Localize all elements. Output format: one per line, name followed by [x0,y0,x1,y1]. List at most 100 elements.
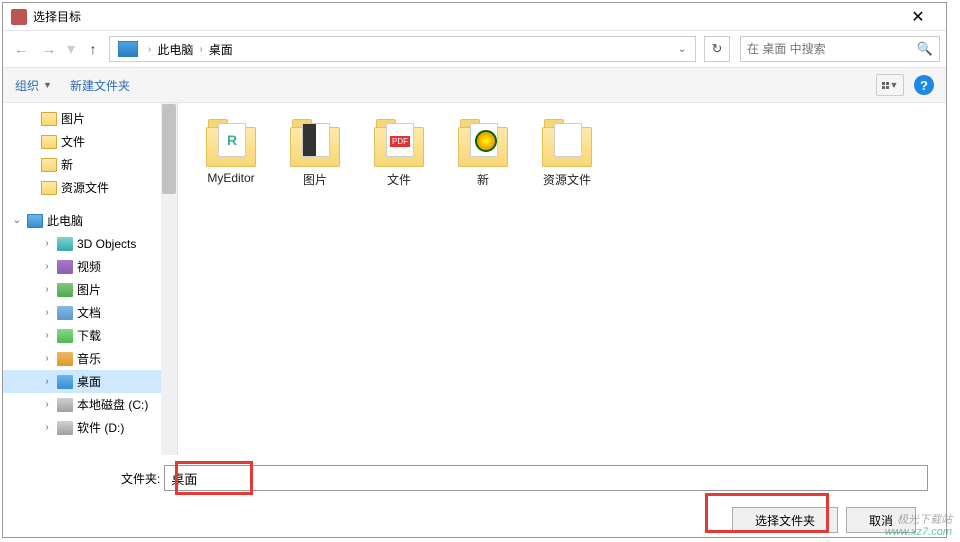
expander-icon[interactable]: › [41,353,53,364]
sidebar-item-label: 新 [61,156,73,173]
filename-label: 文件夹: [121,470,160,487]
dl-icon [57,329,73,343]
body-area: 图片文件新资源文件⌄此电脑›3D Objects›视频›图片›文档›下载›音乐›… [3,103,946,455]
folder-icon [41,181,57,195]
sidebar-item-label: 图片 [61,110,85,127]
video-icon [57,260,73,274]
search-box[interactable]: 🔍 [740,36,940,62]
sidebar-pc-item[interactable]: › 3D Objects [3,232,162,255]
music-icon [57,352,73,366]
folder-icon [540,119,594,167]
filename-input[interactable] [164,465,928,491]
sidebar-item-label: 音乐 [77,350,101,367]
folder-item[interactable]: 新 [448,115,518,192]
breadcrumb-current[interactable]: 桌面 [209,41,233,58]
sidebar-pc-item[interactable]: ›下载 [3,324,162,347]
breadcrumb-root[interactable]: 此电脑 [157,41,193,58]
caret-down-icon: ▼ [890,80,899,90]
expander-icon[interactable]: › [41,399,53,410]
expander-icon[interactable]: › [41,422,53,433]
folder-label: 资源文件 [543,171,591,188]
button-row: 选择文件夹 取消 [21,507,928,533]
expander-icon[interactable]: › [41,261,53,272]
file-list[interactable]: MyEditor 图片文件 新 资源文件 [178,103,946,455]
sidebar-item-label: 资源文件 [61,179,109,196]
sidebar-pc-item[interactable]: › 文档 [3,301,162,324]
forward-button[interactable]: → [37,37,61,61]
scrollbar-thumb[interactable] [162,104,176,194]
organize-menu[interactable]: 组织 ▼ [15,77,52,94]
folder-icon [41,158,57,172]
footer: 文件夹: 选择文件夹 取消 [3,455,946,541]
sidebar-quick-item[interactable]: 资源文件 [3,176,162,199]
sidebar-item-label: 3D Objects [77,237,136,251]
folder-item[interactable]: MyEditor [196,115,266,192]
folder-icon [204,119,258,167]
search-input[interactable] [747,42,917,56]
folder-item[interactable]: 图片 [280,115,350,192]
folder-label: 文件 [387,171,411,188]
expander-icon[interactable]: › [41,238,53,249]
sidebar-pc-item[interactable]: ›桌面 [3,370,162,393]
folder-label: 新 [477,171,489,188]
expander-icon[interactable]: › [41,376,53,387]
up-button[interactable]: ↑ [81,37,105,61]
address-dropdown[interactable]: ⌄ [673,44,691,55]
location-icon [118,41,138,57]
navbar: ← → ▾ ↑ › 此电脑 › 桌面 ⌄ ↻ 🔍 [3,31,946,67]
address-bar[interactable]: › 此电脑 › 桌面 ⌄ [109,36,696,62]
doc-icon [57,306,73,320]
sidebar-pc-item[interactable]: › 本地磁盘 (C:) [3,393,162,416]
sidebar-pc-item[interactable]: › 图片 [3,278,162,301]
chevron-right-icon: › [148,44,151,55]
obj3d-icon [57,237,73,251]
close-button[interactable]: ✕ [898,3,938,31]
expander-icon[interactable]: ⌄ [11,215,23,226]
desktop-icon [57,375,73,389]
refresh-button[interactable]: ↻ [704,36,730,62]
expander-icon[interactable]: › [41,307,53,318]
titlebar: 选择目标 ✕ [3,3,946,31]
expander-icon[interactable]: › [41,330,53,341]
file-dialog-window: 选择目标 ✕ ← → ▾ ↑ › 此电脑 › 桌面 ⌄ ↻ 🔍 组织 ▼ 新建文… [2,2,947,538]
folder-icon [41,112,57,126]
sidebar: 图片文件新资源文件⌄此电脑›3D Objects›视频›图片›文档›下载›音乐›… [3,103,178,455]
back-button[interactable]: ← [9,37,33,61]
folder-label: MyEditor [207,171,254,185]
sidebar-quick-item[interactable]: 文件 [3,130,162,153]
sidebar-item-label: 视频 [77,258,101,275]
disk-icon [57,421,73,435]
toolbar: 组织 ▼ 新建文件夹 ▼ ? [3,67,946,103]
expander-icon[interactable]: › [41,284,53,295]
sidebar-this-pc[interactable]: ⌄ 此电脑 [3,209,162,232]
help-button[interactable]: ? [914,75,934,95]
pc-icon [27,214,43,228]
folder-icon [456,119,510,167]
folder-item[interactable]: 文件 [364,115,434,192]
sidebar-item-label: 图片 [77,281,101,298]
caret-down-icon: ▼ [43,80,52,90]
sidebar-pc-item[interactable]: ›软件 (D:) [3,416,162,439]
sidebar-item-label: 文件 [61,133,85,150]
folder-icon [288,119,342,167]
chevron-right-icon: › [199,44,202,55]
sidebar-item-label: 此电脑 [47,212,83,229]
new-folder-button[interactable]: 新建文件夹 [70,77,130,94]
window-title: 选择目标 [33,8,898,25]
view-options-button[interactable]: ▼ [876,74,904,96]
search-icon[interactable]: 🔍 [917,41,933,57]
sidebar-item-label: 本地磁盘 (C:) [77,396,148,413]
sidebar-pc-item[interactable]: › 音乐 [3,347,162,370]
watermark: 极光下载站 www.xz7.com [885,514,952,538]
pic-icon [57,283,73,297]
sidebar-quick-item[interactable]: 新 [3,153,162,176]
sidebar-quick-item[interactable]: 图片 [3,107,162,130]
folder-item[interactable]: 资源文件 [532,115,602,192]
sidebar-item-label: 文档 [77,304,101,321]
sidebar-scrollbar[interactable] [161,103,177,455]
nav-separator: ▾ [67,39,75,59]
select-folder-button[interactable]: 选择文件夹 [732,507,838,533]
disk-icon [57,398,73,412]
filename-row: 文件夹: [121,465,928,491]
sidebar-pc-item[interactable]: › 视频 [3,255,162,278]
